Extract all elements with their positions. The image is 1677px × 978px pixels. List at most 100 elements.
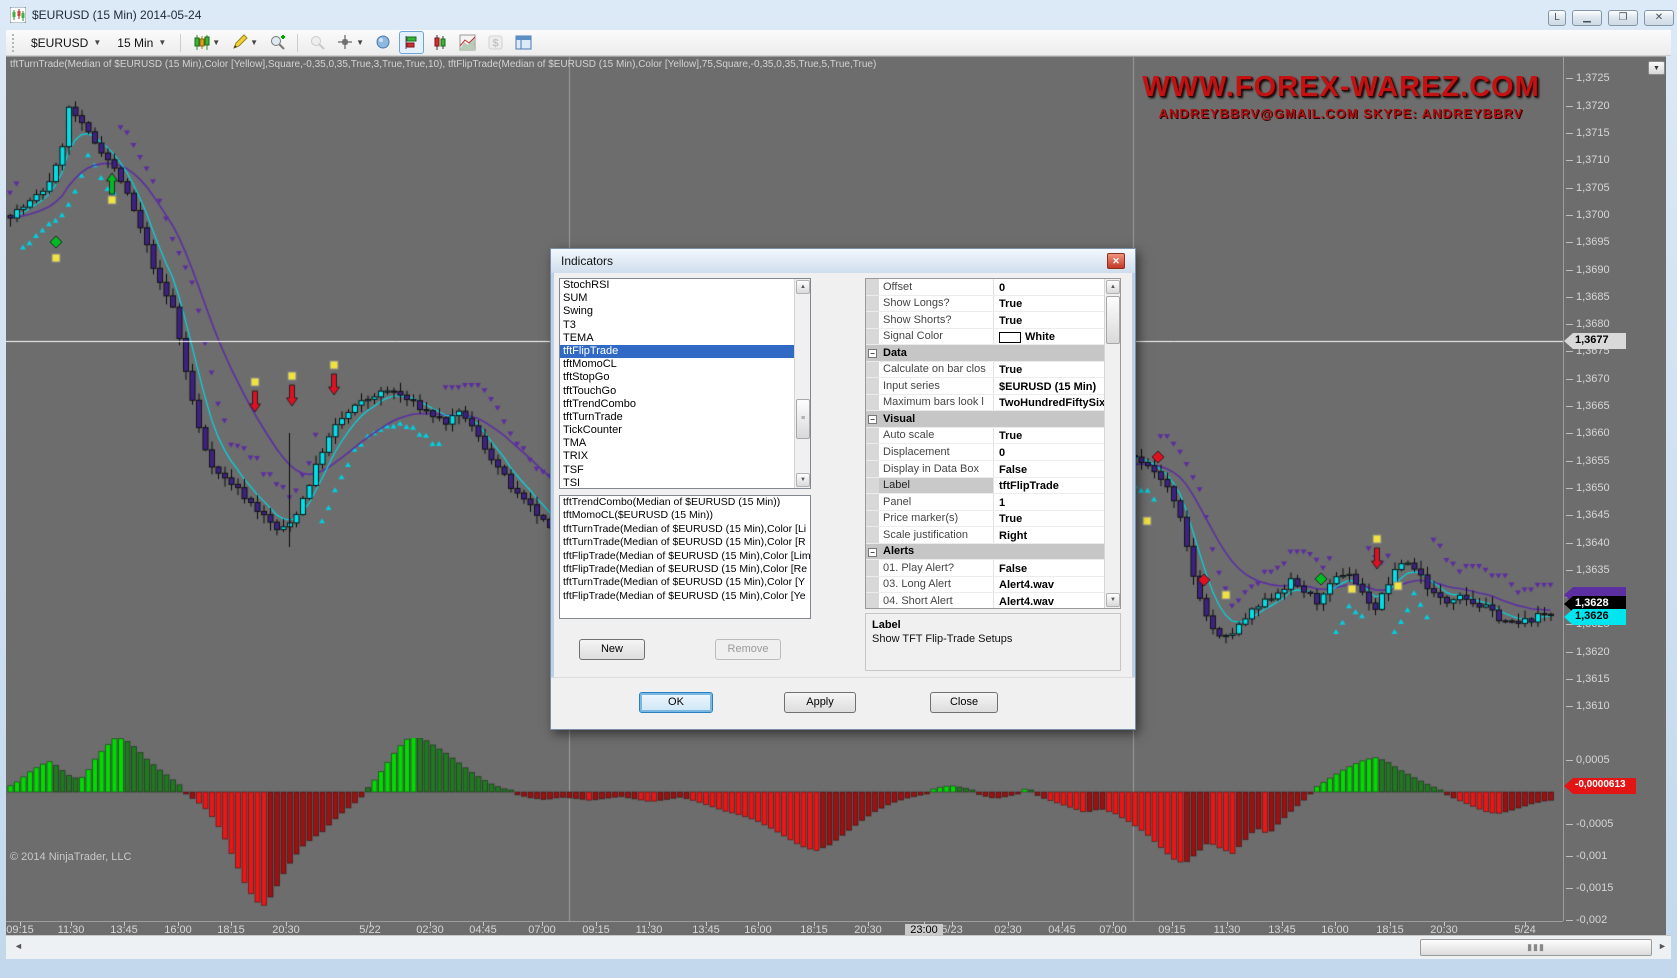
- configured-indicator-item[interactable]: tftMomoCL($EURUSD (15 Min)): [560, 509, 810, 522]
- close-dialog-button[interactable]: Close: [930, 692, 998, 713]
- indicator-list-item[interactable]: tftFlipTrade: [560, 345, 810, 358]
- property-row[interactable]: Price marker(s)True: [866, 511, 1120, 528]
- property-value[interactable]: True: [994, 428, 1120, 444]
- configured-indicator-item[interactable]: tftFlipTrade(Median of $EURUSD (15 Min),…: [560, 563, 810, 576]
- zoom-in-button[interactable]: [265, 31, 290, 54]
- property-value[interactable]: 1: [994, 494, 1120, 510]
- property-category-row[interactable]: −Data: [866, 345, 1120, 362]
- property-grid[interactable]: Offset0Show Longs?TrueShow Shorts?TrueSi…: [865, 278, 1121, 609]
- indicator-list-item[interactable]: TSI: [560, 477, 810, 489]
- property-row[interactable]: LabeltftFlipTrade: [866, 478, 1120, 495]
- new-button[interactable]: New: [579, 639, 645, 660]
- property-row[interactable]: Input series$EURUSD (15 Min): [866, 378, 1120, 395]
- property-row[interactable]: Display in Data BoxFalse: [866, 461, 1120, 478]
- collapse-toggle[interactable]: −: [866, 544, 879, 560]
- indicator-list-item[interactable]: TickCounter: [560, 424, 810, 437]
- property-value[interactable]: True: [994, 362, 1120, 378]
- scroll-down-icon[interactable]: ▼: [1106, 593, 1120, 607]
- property-row[interactable]: Auto scaleTrue: [866, 428, 1120, 445]
- indicator-list-item[interactable]: Swing: [560, 305, 810, 318]
- configured-indicator-item[interactable]: tftTurnTrade(Median of $EURUSD (15 Min),…: [560, 576, 810, 589]
- indicator-list-item[interactable]: tftTrendCombo: [560, 398, 810, 411]
- chart-trader-button[interactable]: [399, 31, 424, 54]
- indicator-histogram-canvas[interactable]: [6, 738, 1563, 921]
- property-value[interactable]: tftFlipTrade: [994, 478, 1120, 494]
- available-indicators-list[interactable]: StochRSISUMSwingT3TEMAtftFlipTradetftMom…: [559, 278, 811, 489]
- close-button[interactable]: ✕: [1644, 10, 1674, 26]
- time-axis[interactable]: 09:1511:3013:4516:0018:1520:305/2202:300…: [6, 921, 1563, 936]
- indicator-list-item[interactable]: TSF: [560, 464, 810, 477]
- indicator-list-item[interactable]: tftTurnTrade: [560, 411, 810, 424]
- configured-indicator-item[interactable]: tftTurnTrade(Median of $EURUSD (15 Min),…: [560, 536, 810, 549]
- remove-button[interactable]: Remove: [715, 639, 781, 660]
- property-row[interactable]: Signal ColorWhite: [866, 329, 1120, 346]
- indicator-list-item[interactable]: tftMomoCL: [560, 358, 810, 371]
- collapse-minus-icon[interactable]: −: [868, 349, 877, 358]
- dialog-title-bar[interactable]: Indicators: [551, 249, 1135, 273]
- drawing-tools-button[interactable]: ▼: [227, 31, 262, 54]
- scroll-up-icon[interactable]: ▲: [1106, 280, 1120, 294]
- property-value[interactable]: True: [994, 296, 1120, 312]
- apply-button[interactable]: Apply: [784, 692, 856, 713]
- property-row[interactable]: 01. Play Alert?False: [866, 560, 1120, 577]
- property-category-row[interactable]: −Visual: [866, 411, 1120, 428]
- configured-indicator-item[interactable]: tftFlipTrade(Median of $EURUSD (15 Min),…: [560, 550, 810, 563]
- scrollbar-thumb[interactable]: ≡: [796, 399, 810, 439]
- property-row[interactable]: Scale justificationRight: [866, 527, 1120, 544]
- collapse-minus-icon[interactable]: −: [868, 415, 877, 424]
- maximize-button[interactable]: ❐: [1608, 10, 1638, 26]
- minimize-button[interactable]: ▁: [1572, 10, 1602, 26]
- scroll-up-icon[interactable]: ▲: [796, 280, 810, 294]
- link-button[interactable]: L: [1548, 10, 1566, 26]
- indicator-list-item[interactable]: TRIX: [560, 450, 810, 463]
- configured-indicator-item[interactable]: tftTurnTrade(Median of $EURUSD (15 Min),…: [560, 523, 810, 536]
- scroll-down-icon[interactable]: ▼: [796, 473, 810, 487]
- price-axis[interactable]: ▼ 1,37251,37201,37151,37101,37051,37001,…: [1563, 57, 1666, 921]
- scroll-left-arrow-icon[interactable]: ◄: [14, 941, 23, 951]
- collapse-toggle[interactable]: −: [866, 345, 879, 361]
- configured-indicator-item[interactable]: tftTrendCombo(Median of $EURUSD (15 Min)…: [560, 496, 810, 509]
- ok-button[interactable]: OK: [639, 692, 713, 713]
- property-value[interactable]: False: [994, 461, 1120, 477]
- grid-scrollbar[interactable]: ▲ ▼: [1104, 279, 1120, 608]
- property-value[interactable]: False: [994, 560, 1120, 576]
- account-button[interactable]: $: [483, 31, 508, 54]
- property-row[interactable]: 04. Short AlertAlert4.wav: [866, 593, 1120, 609]
- property-value[interactable]: $EURUSD (15 Min): [994, 378, 1120, 394]
- indicator-list-item[interactable]: TMA: [560, 437, 810, 450]
- property-row[interactable]: Maximum bars look lTwoHundredFiftySix: [866, 395, 1120, 412]
- property-row[interactable]: Show Shorts?True: [866, 312, 1120, 329]
- axis-dropdown-button[interactable]: ▼: [1648, 61, 1665, 75]
- property-value[interactable]: 0: [994, 444, 1120, 460]
- title-bar[interactable]: $EURUSD (15 Min) 2014-05-24 L ▁ ❐ ✕: [0, 0, 1677, 30]
- scrollbar-thumb[interactable]: [1106, 296, 1120, 344]
- zoom-out-button[interactable]: [305, 31, 330, 54]
- dialog-close-button[interactable]: ✕: [1107, 253, 1125, 269]
- chart-style-button[interactable]: ▼: [189, 31, 224, 54]
- property-category-row[interactable]: −Alerts: [866, 544, 1120, 561]
- property-value[interactable]: 0: [994, 279, 1120, 295]
- indicator-list-item[interactable]: SUM: [560, 292, 810, 305]
- property-value[interactable]: True: [994, 312, 1120, 328]
- property-value[interactable]: Alert4.wav: [994, 593, 1120, 609]
- property-row[interactable]: 03. Long AlertAlert4.wav: [866, 577, 1120, 594]
- configured-indicator-item[interactable]: tftFlipTrade(Median of $EURUSD (15 Min),…: [560, 590, 810, 603]
- indicator-list-item[interactable]: tftStopGo: [560, 371, 810, 384]
- property-value[interactable]: Alert4.wav: [994, 577, 1120, 593]
- property-row[interactable]: Panel1: [866, 494, 1120, 511]
- property-value[interactable]: White: [994, 329, 1120, 345]
- property-value[interactable]: True: [994, 511, 1120, 527]
- collapse-toggle[interactable]: −: [866, 411, 879, 427]
- instrument-select[interactable]: $EURUSD▼: [25, 34, 107, 52]
- toolbar-grip[interactable]: [12, 34, 17, 52]
- properties-button[interactable]: [511, 31, 536, 54]
- indicator-list-item[interactable]: T3: [560, 319, 810, 332]
- list-scrollbar[interactable]: ▲ ≡ ▼: [794, 279, 810, 488]
- scroll-right-arrow-icon[interactable]: ►: [1658, 941, 1667, 951]
- scrollbar-thumb[interactable]: ▮▮▮: [1420, 939, 1652, 956]
- property-row[interactable]: Show Longs?True: [866, 296, 1120, 313]
- collapse-minus-icon[interactable]: −: [868, 548, 877, 557]
- property-value[interactable]: Right: [994, 527, 1120, 543]
- property-value[interactable]: TwoHundredFiftySix: [994, 395, 1120, 411]
- interval-select[interactable]: 15 Min▼: [111, 34, 172, 52]
